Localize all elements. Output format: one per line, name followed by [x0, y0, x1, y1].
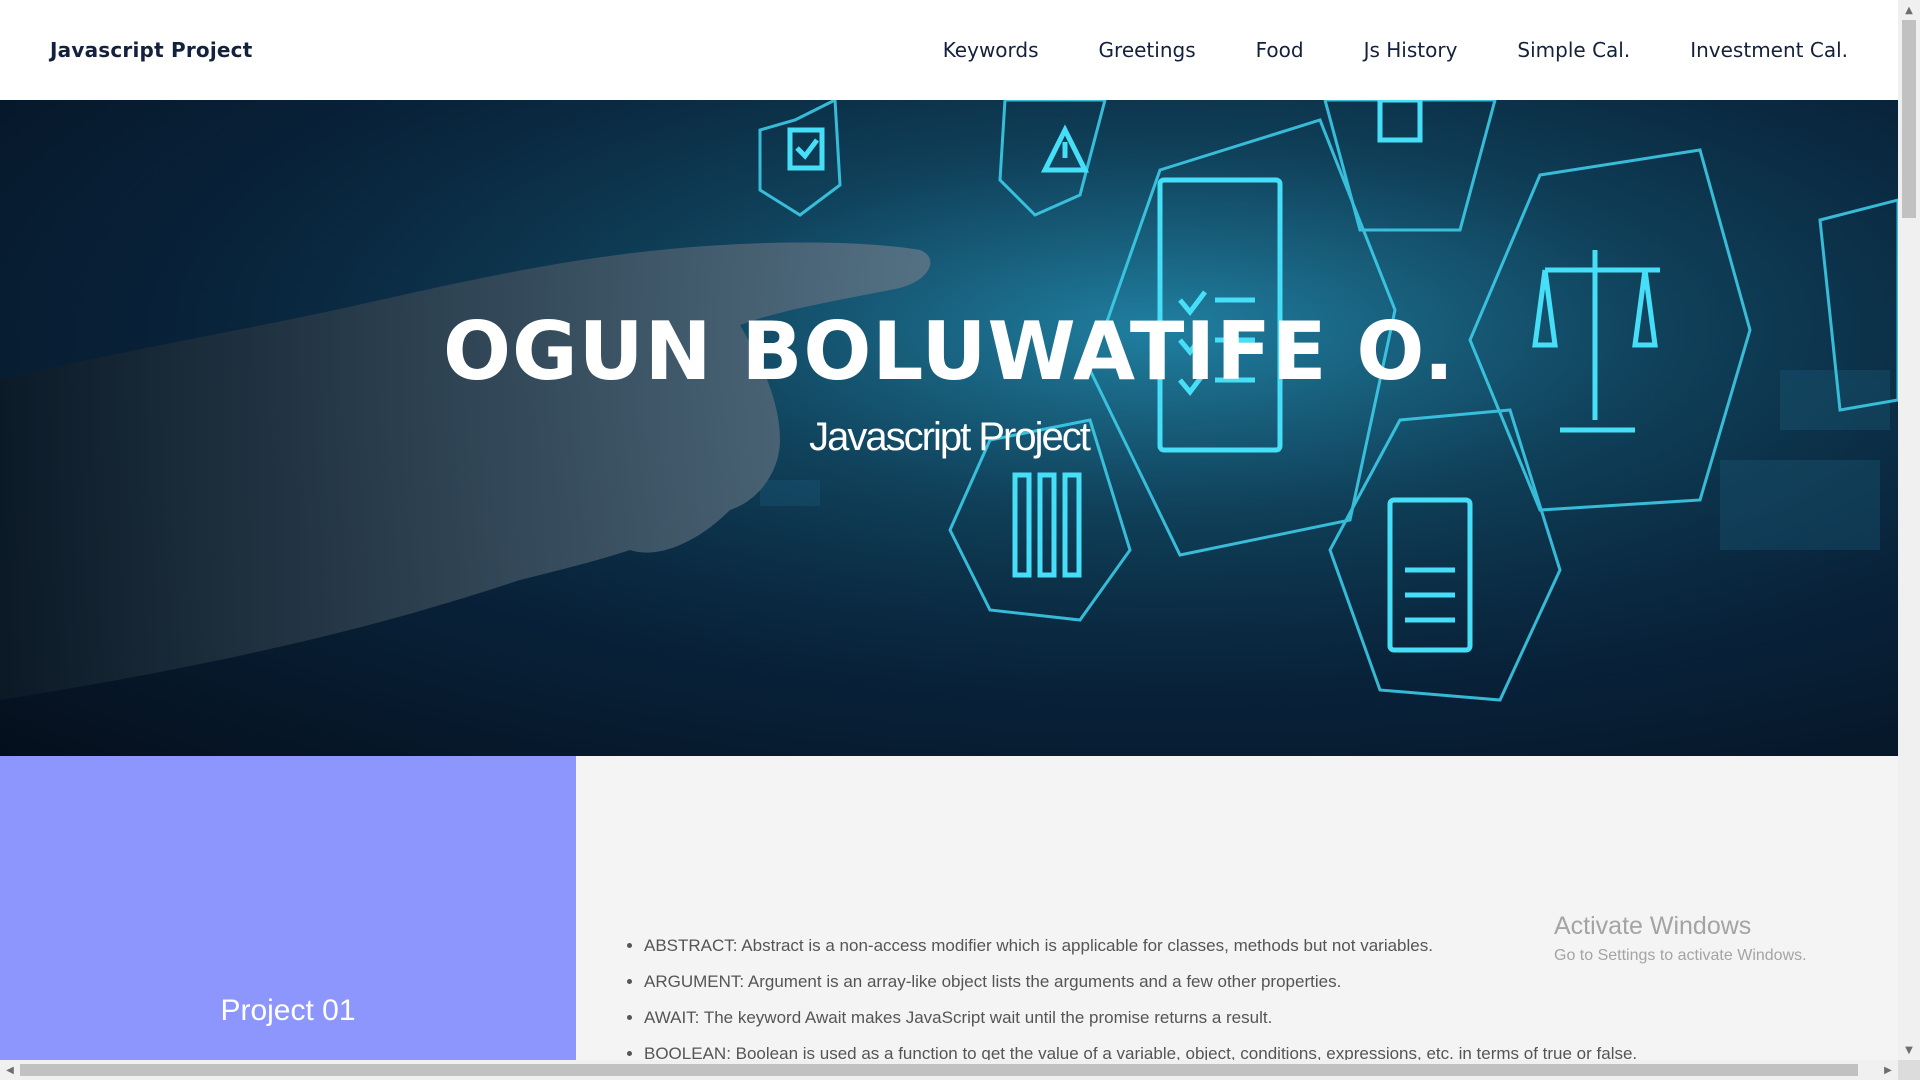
project-label: Project 01	[220, 994, 356, 1027]
horizontal-scroll-thumb[interactable]	[20, 1064, 1858, 1076]
horizontal-scrollbar[interactable]: ◀ ▶	[0, 1060, 1898, 1080]
keywords-panel: ABSTRACT: Abstract is a non-access modif…	[576, 756, 1898, 1060]
nav-link-simple-cal[interactable]: Simple Cal.	[1517, 38, 1630, 62]
list-item: ARGUMENT: Argument is an array-like obje…	[644, 972, 1637, 992]
hero-banner: OGUN BOLUWATIFE O. Javascript Project	[0, 100, 1898, 756]
scroll-left-arrow-icon[interactable]: ◀	[0, 1060, 20, 1080]
nav-link-food[interactable]: Food	[1256, 38, 1304, 62]
scroll-right-arrow-icon[interactable]: ▶	[1878, 1060, 1898, 1080]
watermark-title: Activate Windows	[1554, 912, 1752, 940]
top-navbar: Javascript Project Keywords Greetings Fo…	[0, 0, 1898, 100]
hero-title: OGUN BOLUWATIFE O.	[443, 305, 1455, 398]
scrollbar-corner	[1898, 1060, 1920, 1080]
project-section: Project 01 ABSTRACT: Abstract is a non-a…	[0, 756, 1898, 1060]
nav-link-investment-cal[interactable]: Investment Cal.	[1690, 38, 1848, 62]
vertical-scroll-thumb[interactable]	[1902, 20, 1916, 218]
watermark-subtitle: Go to Settings to activate Windows.	[1554, 947, 1807, 964]
hero-subtitle: Javascript Project	[809, 415, 1091, 459]
windows-activation-watermark: Activate Windows Go to Settings to activ…	[1554, 912, 1807, 965]
nav-links: Keywords Greetings Food Js History Simpl…	[883, 38, 1848, 62]
keyword-list: ABSTRACT: Abstract is a non-access modif…	[644, 936, 1637, 1060]
vertical-scrollbar[interactable]: ▲ ▼	[1898, 0, 1920, 1060]
nav-link-greetings[interactable]: Greetings	[1099, 38, 1196, 62]
scroll-down-arrow-icon[interactable]: ▼	[1898, 1040, 1920, 1060]
nav-link-keywords[interactable]: Keywords	[943, 38, 1039, 62]
brand-logo-text[interactable]: Javascript Project	[50, 38, 253, 62]
scroll-up-arrow-icon[interactable]: ▲	[1898, 0, 1920, 20]
list-item: AWAIT: The keyword Await makes JavaScrip…	[644, 1008, 1637, 1028]
project-card: Project 01	[0, 756, 576, 1060]
list-item: BOOLEAN: Boolean is used as a function t…	[644, 1044, 1637, 1060]
list-item: ABSTRACT: Abstract is a non-access modif…	[644, 936, 1637, 956]
nav-link-js-history[interactable]: Js History	[1364, 38, 1458, 62]
